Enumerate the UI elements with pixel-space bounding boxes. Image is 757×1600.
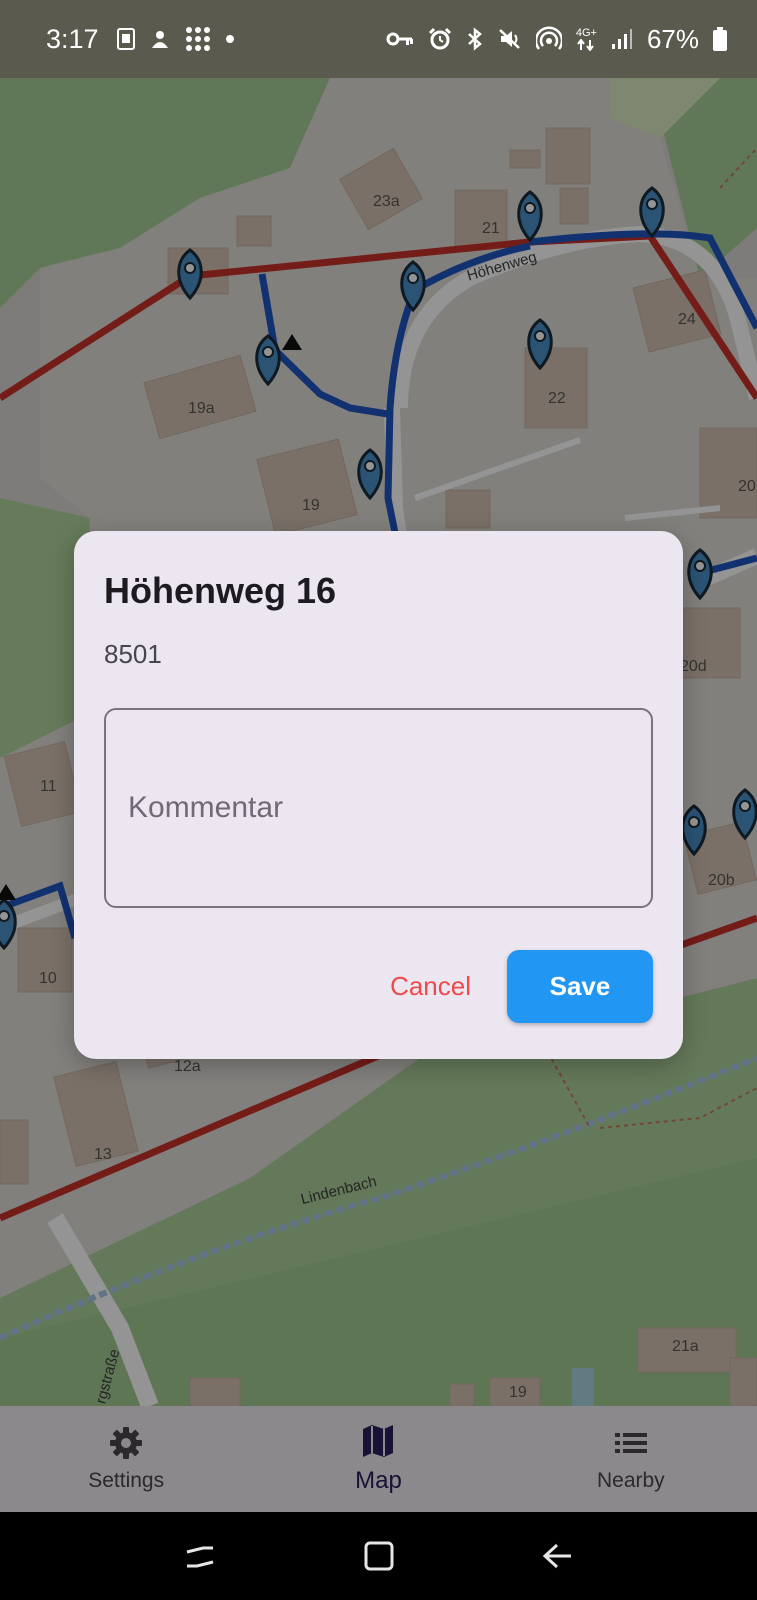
dialog-title: Höhenweg 16	[104, 570, 337, 611]
status-left: 3:17	[46, 24, 235, 55]
status-bar: 3:17 4G+ 67%	[0, 0, 757, 78]
battery-icon	[713, 27, 727, 51]
dialog-subtitle: 8501	[104, 639, 162, 669]
comment-dialog: Höhenweg 16 8501 Cancel Save	[74, 531, 683, 1059]
data-arrows-icon: 4G+	[575, 26, 597, 51]
comment-input[interactable]	[128, 791, 629, 825]
mute-icon	[498, 28, 522, 50]
hotspot-icon	[535, 26, 562, 52]
bluetooth-icon	[466, 27, 484, 51]
alarm-icon	[428, 27, 452, 51]
key-icon	[386, 31, 414, 47]
back-icon[interactable]	[541, 1539, 575, 1573]
recent-apps-icon[interactable]	[183, 1539, 217, 1573]
notification-app-icon	[149, 28, 171, 50]
dialog-actions: Cancel Save	[390, 950, 653, 1023]
home-icon[interactable]	[362, 1539, 396, 1573]
status-time: 3:17	[46, 23, 99, 54]
dots-grid-icon	[185, 26, 211, 52]
network-type: 4G+	[575, 26, 597, 39]
signal-icon	[611, 28, 633, 50]
battery-percentage: 67%	[646, 23, 699, 54]
comment-field[interactable]	[104, 708, 653, 908]
dot-icon	[225, 34, 235, 44]
sim-icon	[116, 28, 135, 50]
save-button[interactable]: Save	[507, 950, 653, 1023]
cancel-button[interactable]: Cancel	[390, 961, 471, 1012]
system-navigation-bar	[0, 1512, 757, 1600]
status-right: 4G+ 67%	[386, 24, 727, 55]
